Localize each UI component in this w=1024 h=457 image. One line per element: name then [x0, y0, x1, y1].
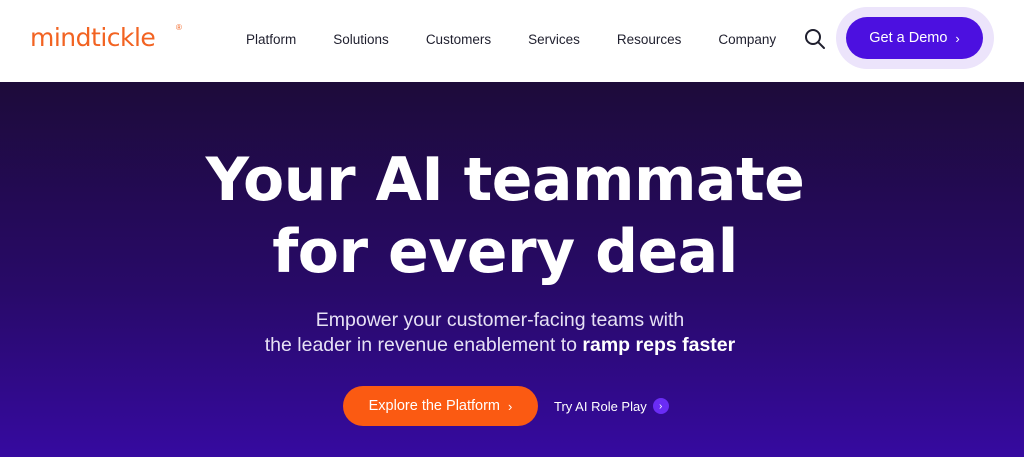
top-navigation: mindtickle ® Platform Solutions Customer… [0, 0, 1024, 82]
get-a-demo-label: Get a Demo [869, 30, 948, 46]
nav-item-company[interactable]: Company [706, 32, 776, 47]
explore-platform-button[interactable]: Explore the Platform › [343, 386, 538, 426]
headline-line-2: for every deal [272, 217, 738, 287]
search-icon[interactable] [803, 27, 827, 51]
nav-item-customers[interactable]: Customers [414, 32, 491, 47]
chevron-circle-icon: › [652, 398, 669, 414]
explore-platform-label: Explore the Platform [368, 398, 501, 414]
hero-section: Your AI teammate for every deal Empower … [0, 82, 1024, 457]
nav-item-platform[interactable]: Platform [234, 32, 296, 47]
registered-mark: ® [176, 23, 182, 32]
chevron-right-icon: › [508, 398, 513, 414]
mindtickle-logo[interactable]: mindtickle [30, 20, 156, 56]
get-a-demo-button[interactable]: Get a Demo › [846, 17, 983, 59]
chevron-right-icon: › [955, 30, 960, 46]
subheading-line-1: Empower your customer-facing teams with [315, 309, 685, 331]
headline-line-1: Your AI teammate [205, 145, 805, 215]
subheading-emphasis: ramp reps faster [582, 334, 736, 356]
try-ai-role-play-label: Try AI Role Play [554, 398, 647, 414]
nav-item-services[interactable]: Services [516, 32, 580, 47]
try-ai-role-play-link[interactable]: Try AI Role Play › [554, 396, 669, 416]
hero-subheading: Empower your customer-facing teams with … [0, 308, 1000, 358]
nav-item-resources[interactable]: Resources [605, 32, 682, 47]
main-menu: Platform Solutions Customers Services Re… [234, 29, 801, 49]
hero-headline: Your AI teammate for every deal [0, 144, 1010, 288]
nav-item-solutions[interactable]: Solutions [321, 32, 389, 47]
subheading-line-2: the leader in revenue enablement to [264, 334, 577, 356]
